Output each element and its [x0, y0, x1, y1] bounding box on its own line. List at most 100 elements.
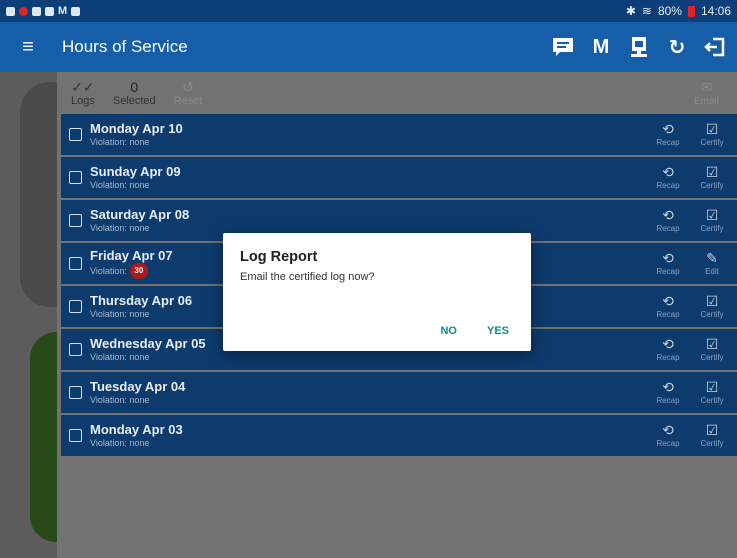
log-day: Tuesday Apr 04 [90, 379, 186, 394]
history-icon: ⟲ [662, 249, 674, 266]
status-bar: M ✱ ≋ 80% 14:06 [0, 0, 737, 22]
log-report-dialog: Log Report Email the certified log now? … [223, 233, 531, 351]
email-button[interactable]: ✉ Email [694, 79, 719, 107]
log-checkbox[interactable] [69, 214, 82, 227]
menu-icon[interactable]: ≡ [0, 36, 56, 59]
logs-select-all[interactable]: ✓✓ Logs [71, 79, 95, 107]
certify-button[interactable]: ☑ Certify [697, 207, 727, 235]
battery-icon [687, 5, 695, 17]
action-label: Certify [700, 395, 724, 405]
recap-button[interactable]: ⟲ Recap [653, 422, 683, 450]
refresh-icon[interactable]: ↻ [663, 33, 691, 61]
log-violation: Violation: 30 [90, 263, 173, 279]
violation-text: Violation: none [90, 352, 150, 362]
selected-label: Selected [112, 95, 156, 107]
history-icon: ⟲ [662, 163, 674, 180]
log-checkbox[interactable] [69, 343, 82, 356]
log-text: Wednesday Apr 05 Violation: none [90, 336, 206, 363]
upload-icon[interactable] [625, 33, 653, 61]
log-checkbox[interactable] [69, 300, 82, 313]
log-day: Sunday Apr 09 [90, 164, 181, 179]
action-label: Certify [700, 309, 724, 319]
log-day: Saturday Apr 08 [90, 207, 190, 222]
violation-badge: 30 [129, 263, 148, 279]
action-label: Certify [700, 438, 724, 448]
recap-button[interactable]: ⟲ Recap [653, 250, 683, 278]
recap-label: Recap [656, 438, 680, 448]
recap-button[interactable]: ⟲ Recap [653, 121, 683, 149]
background-panel [0, 72, 80, 558]
certify-icon: ☑ [705, 163, 719, 180]
log-day: Monday Apr 10 [90, 121, 183, 136]
no-button[interactable]: NO [440, 325, 457, 337]
log-text: Tuesday Apr 04 Violation: none [90, 379, 185, 406]
log-day: Friday Apr 07 [90, 248, 173, 263]
log-row[interactable]: Monday Apr 03 Violation: none ⟲ Recap ☑ Certi… [61, 415, 737, 456]
log-checkbox[interactable] [69, 386, 82, 399]
recap-button[interactable]: ⟲ Recap [653, 379, 683, 407]
recap-label: Recap [656, 395, 680, 405]
alert-icon [19, 6, 28, 16]
certify-icon: ☑ [705, 206, 719, 223]
reset-icon: ↺ [182, 79, 194, 95]
certify-button[interactable]: ☑ Certify [697, 121, 727, 149]
log-text: Monday Apr 03 Violation: none [90, 422, 183, 449]
certify-icon: ☑ [705, 335, 719, 352]
status-notifications: M [6, 5, 81, 17]
recap-label: Recap [656, 352, 680, 362]
gmail-icon: M [58, 5, 68, 17]
battery-percent: 80% [657, 4, 682, 18]
log-row[interactable]: Sunday Apr 09 Violation: none ⟲ Recap ☑ Certi… [61, 157, 737, 198]
selected-number: 0 [130, 79, 139, 95]
bluetooth-icon: ✱ [625, 4, 636, 18]
log-checkbox[interactable] [69, 257, 82, 270]
misc-icon [71, 6, 81, 16]
certify-button[interactable]: ☑ Certify [697, 164, 727, 192]
log-violation: Violation: none [90, 222, 189, 234]
log-row[interactable]: Tuesday Apr 04 Violation: none ⟲ Recap ☑ Cert… [61, 372, 737, 413]
violation-text: Violation: none [90, 309, 150, 319]
violation-text: Violation: none [90, 223, 150, 233]
edit-icon: ✎ [706, 249, 718, 266]
edit-button[interactable]: ✎ Edit [697, 250, 727, 278]
certify-button[interactable]: ☑ Certify [697, 293, 727, 321]
certify-button[interactable]: ☑ Certify [697, 422, 727, 450]
log-checkbox[interactable] [69, 128, 82, 141]
status-right: ✱ ≋ 80% 14:06 [626, 4, 731, 18]
message-icon[interactable] [549, 33, 577, 61]
app-bar-actions: M ↻ [549, 33, 737, 61]
mode-m-button[interactable]: M [587, 33, 615, 61]
recap-label: Recap [656, 137, 680, 147]
log-checkbox[interactable] [69, 171, 82, 184]
certify-button[interactable]: ☑ Certify [697, 336, 727, 364]
certify-icon: ☑ [705, 120, 719, 137]
violation-text: Violation: [90, 266, 127, 276]
log-row[interactable]: Monday Apr 10 Violation: none ⟲ Recap ☑ Certi… [61, 114, 737, 155]
recap-button[interactable]: ⟲ Recap [653, 207, 683, 235]
history-icon: ⟲ [662, 378, 674, 395]
page-title: Hours of Service [62, 37, 188, 56]
wifi-icon: ≋ [641, 4, 652, 18]
action-label: Certify [700, 180, 724, 190]
log-text: Thursday Apr 06 Violation: none [90, 293, 192, 320]
recap-button[interactable]: ⟲ Recap [653, 164, 683, 192]
log-actions: ⟲ Recap ☑ Certify [653, 164, 737, 192]
recap-button[interactable]: ⟲ Recap [653, 336, 683, 364]
yes-button[interactable]: YES [487, 325, 509, 337]
log-checkbox[interactable] [69, 429, 82, 442]
history-icon: ⟲ [662, 120, 674, 137]
log-day: Wednesday Apr 05 [90, 336, 206, 351]
violation-text: Violation: none [90, 180, 150, 190]
logout-icon[interactable] [701, 33, 729, 61]
action-label: Certify [700, 352, 724, 362]
log-violation: Violation: none [90, 136, 183, 148]
logs-label: Logs [71, 95, 95, 107]
reset-button[interactable]: ↺ Reset [174, 79, 203, 107]
log-actions: ⟲ Recap ☑ Certify [653, 336, 737, 364]
certify-button[interactable]: ☑ Certify [697, 379, 727, 407]
log-violation: Violation: none [90, 308, 192, 320]
double-check-icon: ✓✓ [71, 79, 95, 95]
log-text: Friday Apr 07 Violation: 30 [90, 248, 173, 279]
history-icon: ⟲ [662, 421, 674, 438]
recap-button[interactable]: ⟲ Recap [653, 293, 683, 321]
